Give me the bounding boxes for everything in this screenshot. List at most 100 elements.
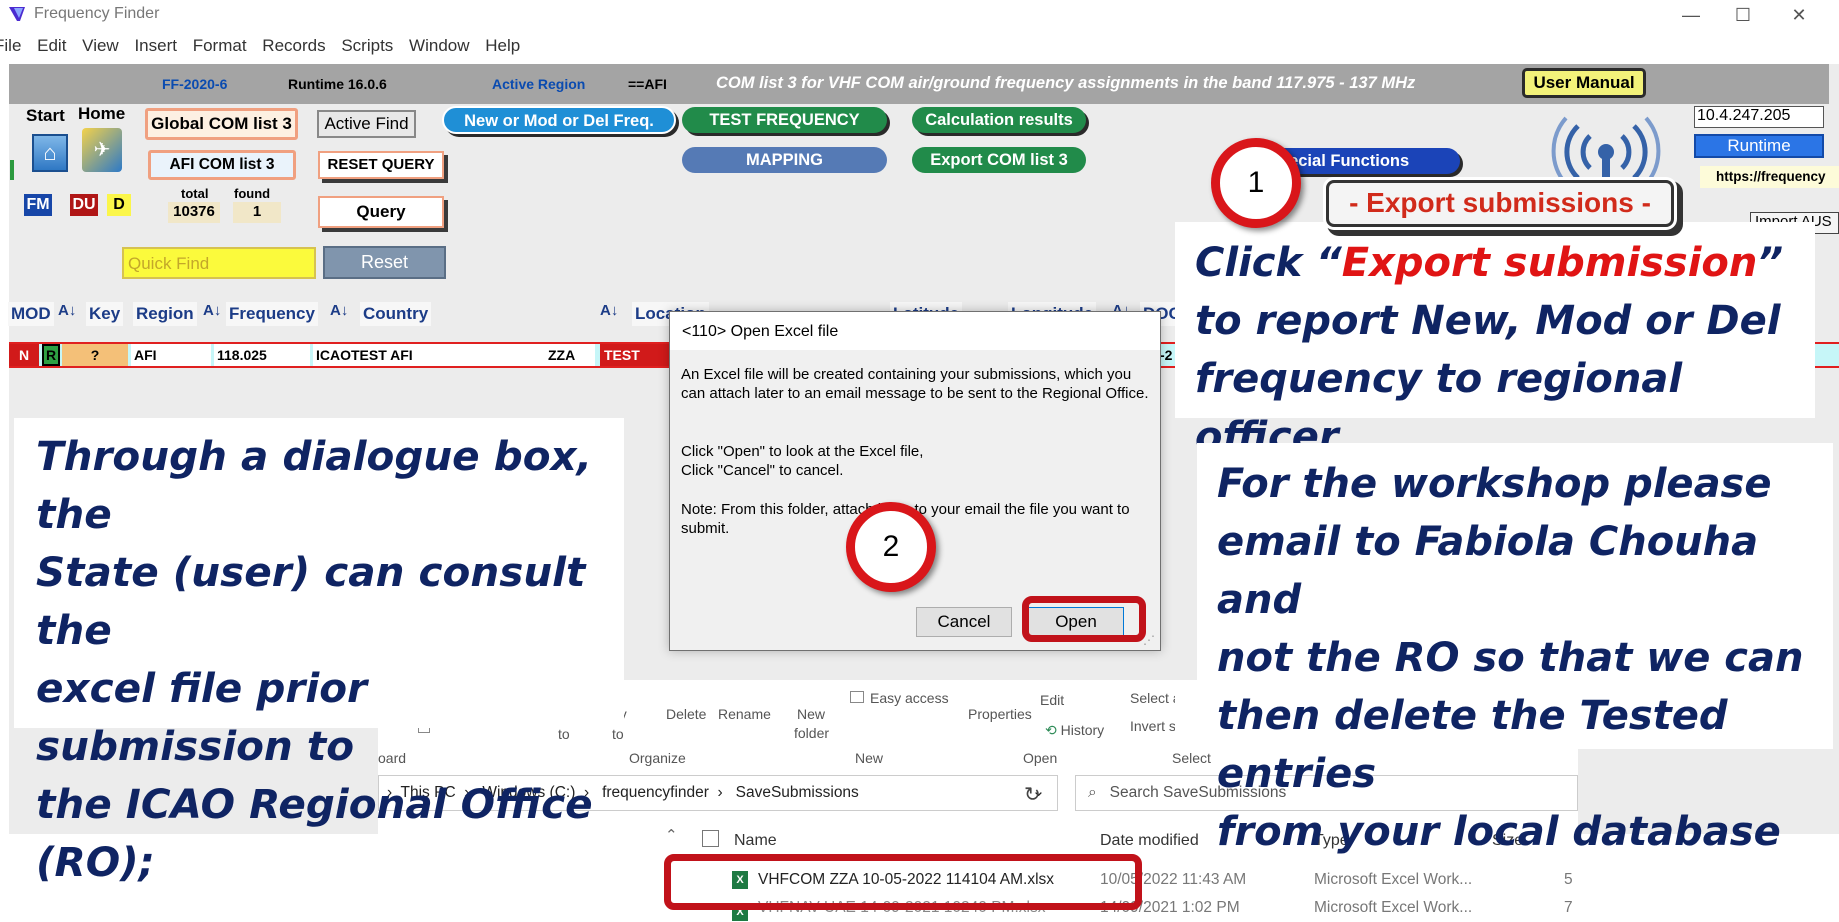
row-key: ?: [62, 344, 128, 366]
quick-find-input[interactable]: Quick Find: [122, 247, 316, 279]
annotation-right-bottom: For the workshop please email to Fabiola…: [1197, 443, 1833, 855]
query-button[interactable]: Query: [318, 196, 444, 228]
menu-insert[interactable]: Insert: [134, 36, 177, 55]
reset-button[interactable]: Reset: [323, 246, 446, 279]
col-mod[interactable]: MOD: [8, 302, 54, 326]
minimize-button[interactable]: —: [1676, 2, 1706, 28]
group-open: Open: [1023, 750, 1058, 766]
active-find-button[interactable]: Active Find: [317, 110, 416, 138]
select-all-checkbox[interactable]: [702, 830, 719, 847]
total-label: total: [181, 186, 209, 201]
ribbon-delete[interactable]: Delete: [666, 706, 706, 722]
home-label: Home: [78, 104, 126, 123]
runtime-label: Runtime 16.0.6: [288, 76, 387, 92]
collapse-up-icon[interactable]: ⌃: [665, 826, 678, 844]
col-name[interactable]: Name: [734, 832, 777, 850]
col-key[interactable]: Key: [86, 302, 124, 326]
ribbon-new-folder-line2[interactable]: folder: [794, 725, 829, 741]
active-region-label: Active Region: [492, 76, 586, 92]
maximize-button[interactable]: ☐: [1728, 2, 1758, 28]
annotation-left: Through a dialogue box, the State (user)…: [14, 418, 624, 886]
annotation-left-line: State (user) can consult the: [36, 548, 586, 654]
home-icon[interactable]: ⌂: [32, 134, 68, 172]
afi-com-button[interactable]: AFI COM list 3: [148, 150, 296, 180]
close-button[interactable]: ✕: [1784, 2, 1814, 28]
test-frequency-button[interactable]: TEST FREQUENCY: [682, 107, 887, 133]
ribbon-history[interactable]: ⟲ History: [1045, 722, 1104, 739]
breadcrumb-savesubmissions[interactable]: SaveSubmissions: [736, 784, 859, 801]
export-com-button[interactable]: Export COM list 3: [912, 147, 1086, 173]
global-com-button[interactable]: Global COM list 3: [145, 108, 298, 140]
menu-format[interactable]: Format: [193, 36, 247, 55]
found-label: found: [234, 186, 271, 201]
active-region-value: ==AFI: [628, 76, 667, 92]
annotation-right-top: Click “Export submission” to report New,…: [1175, 222, 1815, 460]
ip-address-field: 10.4.247.205: [1694, 106, 1824, 128]
row-region: AFI: [131, 344, 211, 366]
row-type: TEST: [600, 344, 670, 366]
menu-help[interactable]: Help: [485, 36, 520, 55]
runtime-button[interactable]: Runtime: [1694, 134, 1824, 158]
file-highlight: [664, 854, 1142, 910]
cancel-button[interactable]: Cancel: [916, 607, 1012, 637]
group-organize: Organize: [629, 750, 686, 766]
history-icon: ⟲: [1045, 722, 1057, 738]
server-url-label: https://frequency: [1700, 166, 1839, 188]
export-submissions-button[interactable]: - Export submissions -: [1326, 180, 1674, 227]
col-frequency[interactable]: Frequency: [226, 302, 318, 326]
menu-bar: File Edit View Insert Format Records Scr…: [0, 36, 531, 62]
menu-scripts[interactable]: Scripts: [341, 36, 393, 55]
group-select: Select: [1172, 750, 1211, 766]
ribbon-invert-selection[interactable]: Invert selection: [1130, 718, 1175, 734]
du-tag[interactable]: DU: [70, 194, 98, 216]
dialog-paragraph-2a: Click "Open" to look at the Excel file,: [681, 443, 924, 460]
ribbon-properties[interactable]: Properties: [968, 706, 1032, 722]
ribbon-easy-access[interactable]: Easy access: [850, 690, 949, 706]
quote-open: Click “: [1195, 240, 1342, 286]
wireless-signal-icon: [1551, 116, 1661, 186]
file-size: 7 K: [1564, 899, 1578, 916]
menu-file[interactable]: File: [0, 36, 21, 55]
open-button-highlight: [1022, 596, 1146, 642]
dialog-paragraph-2b: Click "Cancel" to cancel.: [681, 462, 844, 479]
user-manual-button[interactable]: User Manual: [1522, 68, 1646, 98]
easy-access-label: Easy access: [870, 690, 949, 706]
total-count: 10376: [168, 202, 220, 223]
sort-icon[interactable]: A↓: [600, 302, 618, 319]
ribbon-new-folder-line1[interactable]: New: [797, 706, 825, 722]
annotation-right-bottom-line: not the RO so that we can: [1217, 635, 1804, 681]
reset-query-button[interactable]: RESET QUERY: [318, 151, 444, 179]
group-new: New: [855, 750, 884, 766]
file-type: Microsoft Excel Work...: [1314, 871, 1473, 888]
col-region[interactable]: Region: [133, 302, 197, 326]
quote-close: ”: [1757, 240, 1784, 286]
start-label: Start: [26, 106, 65, 125]
start-app-icon[interactable]: ✈: [82, 128, 122, 172]
row-country-code: ZZA: [548, 347, 576, 363]
green-marker: [10, 160, 14, 180]
fm-tag[interactable]: FM: [24, 194, 52, 216]
dialog-paragraph-1: An Excel file will be created containing…: [681, 366, 1149, 402]
step-1-marker: 1: [1211, 138, 1301, 228]
menu-edit[interactable]: Edit: [37, 36, 66, 55]
sort-icon[interactable]: A↓: [58, 302, 76, 319]
menu-records[interactable]: Records: [262, 36, 325, 55]
ribbon-edit[interactable]: Edit: [1040, 692, 1064, 708]
history-label: History: [1060, 722, 1105, 738]
col-date-modified[interactable]: Date modified: [1100, 832, 1199, 850]
calculation-results-button[interactable]: Calculation results: [912, 107, 1086, 133]
menu-window[interactable]: Window: [409, 36, 469, 55]
ribbon-select-all[interactable]: Select all: [1130, 690, 1175, 706]
mapping-button[interactable]: MAPPING: [682, 147, 887, 173]
refresh-icon[interactable]: ↻: [1024, 782, 1041, 807]
d-tag[interactable]: D: [107, 194, 131, 216]
new-mod-del-button[interactable]: New or Mod or Del Freq.: [442, 106, 676, 134]
sort-icon[interactable]: A↓: [203, 302, 221, 319]
search-icon: ⌕: [1088, 784, 1097, 801]
file-type: Microsoft Excel Work...: [1314, 899, 1473, 916]
ribbon-rename[interactable]: Rename: [718, 706, 771, 722]
annotation-right-bottom-line: email to Fabiola Chouha and: [1217, 519, 1759, 623]
sort-icon[interactable]: A↓: [330, 302, 348, 319]
menu-view[interactable]: View: [82, 36, 119, 55]
col-country[interactable]: Country: [360, 302, 432, 326]
